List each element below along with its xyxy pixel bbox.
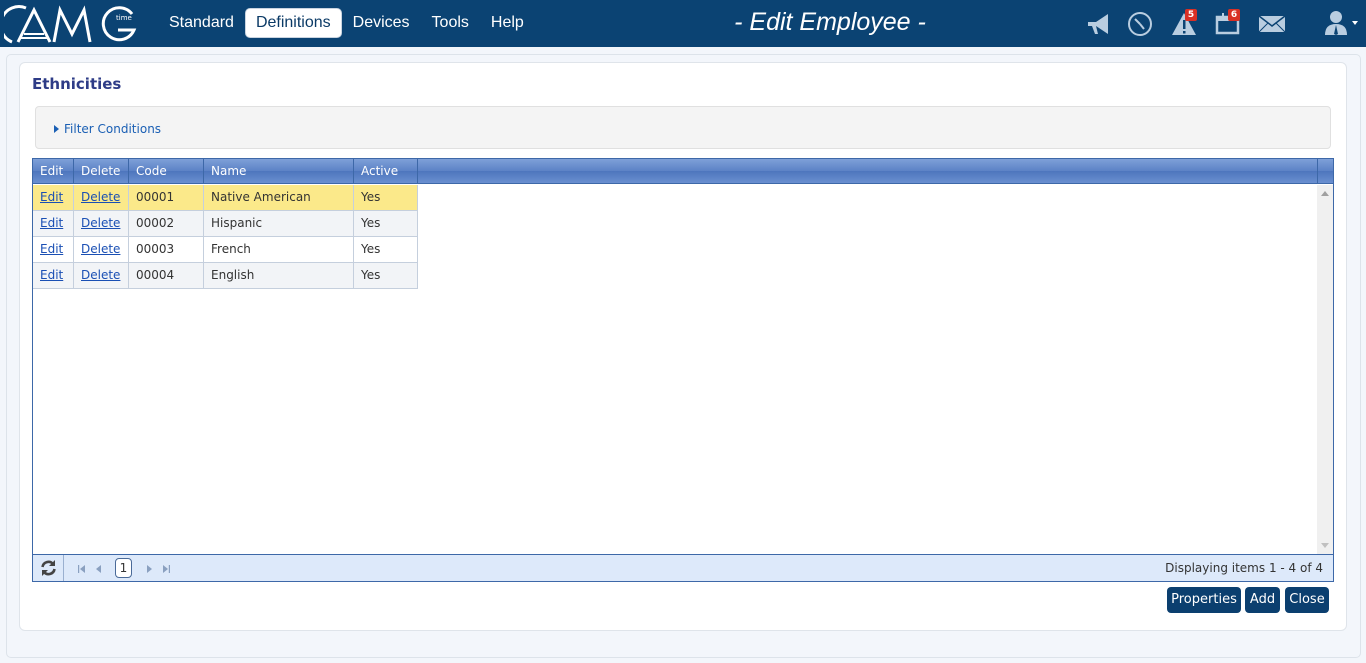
name-cell: English	[204, 263, 354, 289]
table-row[interactable]: Edit Delete 00003 French Yes	[33, 237, 418, 263]
delete-link[interactable]: Delete	[81, 190, 120, 204]
active-cell: Yes	[354, 185, 418, 211]
ethnicities-grid: Edit Delete Code Name Active Edit Delete…	[32, 158, 1334, 582]
edit-link[interactable]: Edit	[40, 216, 63, 230]
add-button[interactable]: Add	[1245, 587, 1280, 613]
previous-page-icon	[96, 565, 101, 573]
column-header-scroll-spacer	[1317, 159, 1333, 184]
alert-icon[interactable]: 5	[1168, 8, 1200, 40]
code-cell: 00003	[129, 237, 204, 263]
grid-header: Edit Delete Code Name Active	[33, 159, 1333, 184]
filter-conditions-toggle[interactable]: Filter Conditions	[54, 122, 161, 136]
megaphone-icon[interactable]	[1082, 8, 1114, 40]
mail-icon[interactable]	[1256, 8, 1288, 40]
previous-page-button[interactable]	[94, 563, 104, 573]
name-cell: Hispanic	[204, 211, 354, 237]
last-page-icon	[163, 565, 170, 573]
filter-conditions-label: Filter Conditions	[64, 122, 162, 136]
active-cell: Yes	[354, 263, 418, 289]
top-bar: time Standard Definitions Devices Tools …	[0, 0, 1366, 47]
scroll-up-icon[interactable]	[1321, 191, 1329, 196]
column-header-code[interactable]: Code	[129, 159, 204, 184]
close-button[interactable]: Close	[1285, 587, 1329, 613]
edit-link[interactable]: Edit	[40, 242, 63, 256]
scroll-down-icon[interactable]	[1321, 543, 1329, 548]
expand-arrow-icon	[54, 125, 59, 133]
calendar-icon[interactable]: 6	[1212, 8, 1244, 40]
vertical-scrollbar[interactable]	[1317, 185, 1333, 554]
refresh-icon	[41, 560, 56, 576]
page-number-input[interactable]: 1	[115, 558, 132, 578]
next-page-button[interactable]	[144, 563, 154, 573]
code-cell: 00004	[129, 263, 204, 289]
code-cell: 00002	[129, 211, 204, 237]
next-page-icon	[147, 565, 152, 573]
active-cell: Yes	[354, 211, 418, 237]
grid-pager: 1 Displaying items 1 - 4 of 4	[33, 554, 1333, 581]
column-header-edit[interactable]: Edit	[33, 159, 74, 184]
table-row[interactable]: Edit Delete 00001 Native American Yes	[33, 185, 418, 211]
column-header-name[interactable]: Name	[204, 159, 354, 184]
alert-count-badge: 5	[1185, 9, 1197, 21]
calendar-count-badge: 6	[1228, 9, 1240, 21]
edit-link[interactable]: Edit	[40, 190, 63, 204]
last-page-button[interactable]	[161, 563, 171, 573]
user-menu-icon[interactable]	[1320, 8, 1360, 40]
header-icons: 5 6	[1080, 8, 1366, 40]
column-header-delete[interactable]: Delete	[74, 159, 129, 184]
name-cell: Native American	[204, 185, 354, 211]
delete-link[interactable]: Delete	[81, 242, 120, 256]
pager-info: Displaying items 1 - 4 of 4	[1165, 561, 1323, 575]
column-header-active[interactable]: Active	[354, 159, 418, 184]
table-row[interactable]: Edit Delete 00004 English Yes	[33, 263, 418, 289]
name-cell: French	[204, 237, 354, 263]
delete-link[interactable]: Delete	[81, 216, 120, 230]
edit-link[interactable]: Edit	[40, 268, 63, 282]
refresh-button[interactable]	[33, 555, 64, 581]
clock-icon[interactable]	[1124, 8, 1156, 40]
delete-link[interactable]: Delete	[81, 268, 120, 282]
filter-panel: Filter Conditions	[35, 106, 1331, 149]
table-row[interactable]: Edit Delete 00002 Hispanic Yes	[33, 211, 418, 237]
first-page-button[interactable]	[77, 563, 87, 573]
active-cell: Yes	[354, 237, 418, 263]
properties-button[interactable]: Properties	[1167, 587, 1241, 613]
section-title: Ethnicities	[32, 75, 122, 93]
code-cell: 00001	[129, 185, 204, 211]
first-page-icon	[78, 565, 85, 573]
